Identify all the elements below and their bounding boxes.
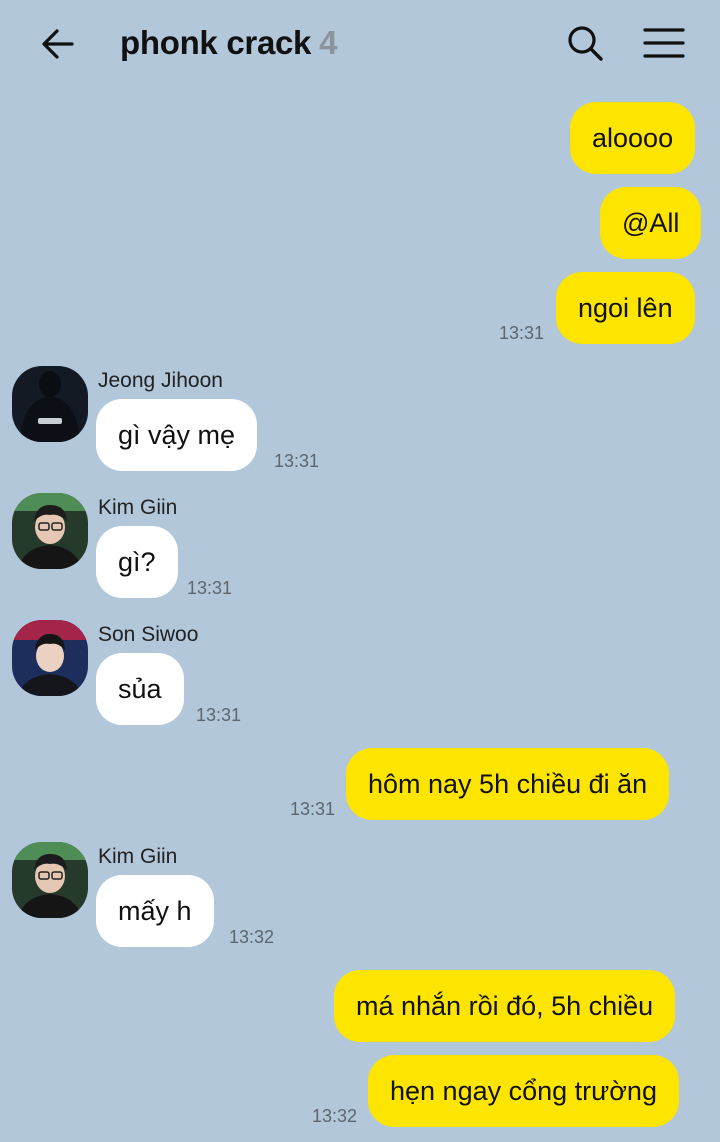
message-timestamp: 13:31 bbox=[290, 799, 336, 819]
avatar-kim-giin[interactable] bbox=[12, 493, 88, 569]
my-message-bubble[interactable]: @All bbox=[600, 187, 702, 259]
message-timestamp: 13:31 bbox=[187, 578, 233, 598]
my-message-bubble[interactable]: hôm nay 5h chiều đi ăn bbox=[346, 748, 670, 820]
message-timestamp: 13:31 bbox=[196, 705, 242, 725]
member-count: 4 bbox=[319, 24, 338, 61]
avatar-jeong-jihoon[interactable] bbox=[12, 366, 88, 442]
message-timestamp: 13:32 bbox=[229, 927, 275, 947]
back-button[interactable] bbox=[36, 22, 80, 66]
chat-title: phonk crack 4 bbox=[120, 24, 337, 62]
avatar-kim-giin[interactable] bbox=[12, 842, 88, 918]
sender-name: Kim Giin bbox=[98, 496, 178, 519]
sender-name: Son Siwoo bbox=[98, 623, 199, 646]
arrow-left-icon bbox=[42, 29, 74, 59]
their-message-bubble[interactable]: gì? bbox=[96, 526, 178, 598]
hamburger-menu-icon bbox=[643, 28, 685, 58]
my-message-bubble[interactable]: hẹn ngay cổng trường bbox=[368, 1055, 679, 1127]
search-button[interactable] bbox=[562, 20, 608, 66]
their-message-bubble[interactable]: mấy h bbox=[96, 875, 214, 947]
chat-header: phonk crack 4 bbox=[0, 0, 720, 86]
my-message-bubble[interactable]: aloooo bbox=[570, 102, 696, 174]
search-icon bbox=[568, 26, 603, 61]
their-message-bubble[interactable]: sủa bbox=[96, 653, 184, 725]
message-timestamp: 13:31 bbox=[274, 451, 320, 471]
my-message-bubble[interactable]: ngoi lên bbox=[556, 272, 695, 344]
sender-name: Jeong Jihoon bbox=[98, 369, 223, 392]
their-message-bubble[interactable]: gì vậy mẹ bbox=[96, 399, 258, 471]
message-timestamp: 13:31 bbox=[499, 323, 545, 343]
message-timestamp: 13:32 bbox=[312, 1106, 358, 1126]
menu-button[interactable] bbox=[640, 20, 688, 66]
my-message-bubble[interactable]: má nhắn rồi đó, 5h chiều bbox=[334, 970, 676, 1042]
avatar-son-siwoo[interactable] bbox=[12, 620, 88, 696]
sender-name: Kim Giin bbox=[98, 845, 178, 868]
chat-title-text: phonk crack bbox=[120, 24, 312, 61]
